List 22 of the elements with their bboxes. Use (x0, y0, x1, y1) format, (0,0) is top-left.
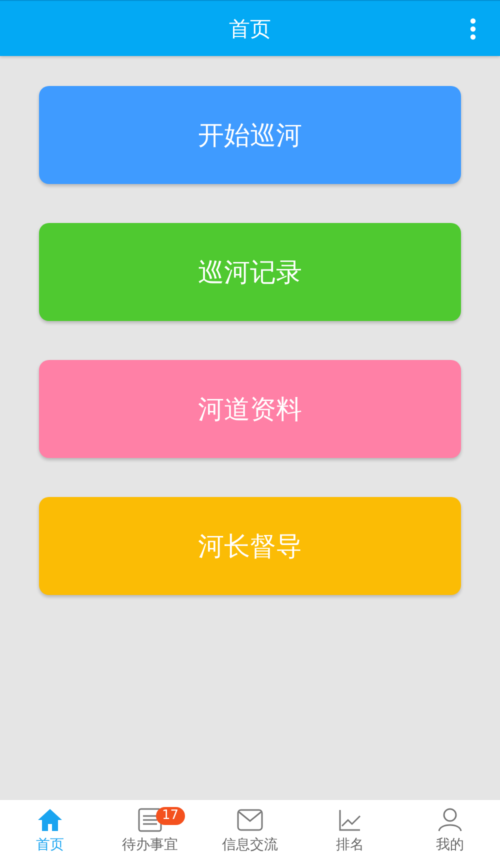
action-button[interactable]: 巡河记录 (39, 223, 461, 321)
action-button[interactable]: 河长督导 (39, 497, 461, 595)
action-button[interactable]: 开始巡河 (39, 86, 461, 184)
tab-item[interactable]: 我的 (400, 800, 500, 861)
count-badge: 17 (156, 806, 185, 824)
tab-item[interactable]: 首页 (0, 800, 100, 861)
tab-item[interactable]: 信息交流 (200, 800, 300, 861)
tab-label: 待办事宜 (122, 836, 178, 854)
line-chart-icon (339, 809, 361, 831)
tab-label: 信息交流 (222, 836, 278, 854)
tab-label: 排名 (336, 836, 364, 854)
person-icon (438, 808, 462, 832)
tab-label: 我的 (436, 836, 464, 854)
tab-item[interactable]: 排名 (300, 800, 400, 861)
tab-item[interactable]: 17 待办事宜 (100, 800, 200, 861)
mail-icon (237, 809, 263, 831)
home-icon (37, 808, 63, 832)
page-title: 首页 (229, 16, 271, 42)
list-icon (138, 808, 162, 832)
tab-label: 首页 (36, 836, 64, 854)
more-icon[interactable] (470, 18, 476, 40)
action-button[interactable]: 河道资料 (39, 360, 461, 458)
